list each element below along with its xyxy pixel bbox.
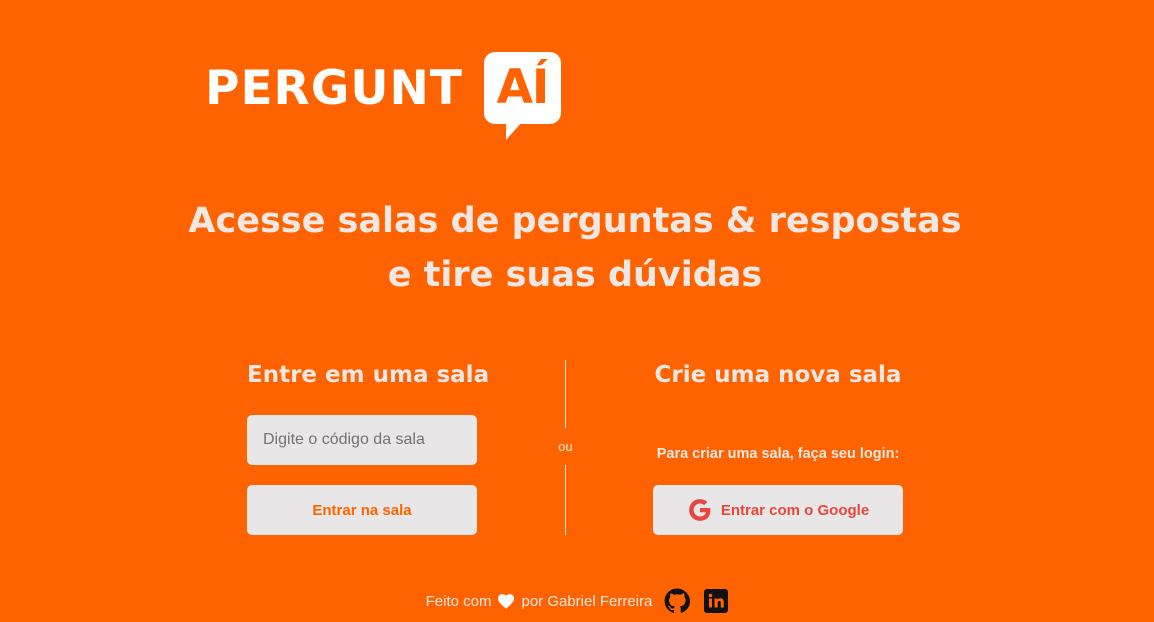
- linkedin-icon[interactable]: [704, 589, 729, 613]
- logo-wordmark: PERGUNT: [205, 61, 463, 116]
- join-room-title: Entre em uma sala: [247, 362, 490, 388]
- divider-line-bottom: [565, 465, 566, 535]
- page-headline: Acesse salas de perguntas & respostas e …: [150, 194, 1000, 302]
- footer: Feito com por Gabriel Ferreira: [0, 587, 1154, 615]
- logo-bubble-text: AÍ: [496, 60, 550, 115]
- divider-label: ou: [558, 439, 573, 454]
- speech-bubble-tail-icon: [506, 122, 522, 140]
- footer-author: por Gabriel Ferreira: [521, 592, 653, 610]
- create-room-title: Crie uma nova sala: [654, 362, 902, 388]
- footer-made-with: Feito com: [425, 592, 492, 610]
- enter-room-button[interactable]: Entrar na sala: [247, 485, 477, 535]
- google-icon: [688, 499, 711, 521]
- enter-room-button-label: Entrar na sala: [312, 501, 412, 519]
- logo-speech-bubble: AÍ: [484, 52, 561, 124]
- headline-line-1: Acesse salas de perguntas & respostas: [188, 201, 962, 241]
- divider-line-top: [565, 360, 566, 428]
- heart-icon: [497, 593, 515, 609]
- github-icon[interactable]: [664, 588, 691, 614]
- room-code-input[interactable]: [247, 415, 477, 465]
- google-login-button[interactable]: Entrar com o Google: [653, 485, 903, 535]
- google-login-button-label: Entrar com o Google: [720, 501, 870, 519]
- headline-line-2: e tire suas dúvidas: [387, 255, 763, 295]
- app-logo: PERGUNT AÍ: [205, 52, 565, 140]
- login-hint-text: Para criar uma sala, faça seu login:: [656, 446, 900, 462]
